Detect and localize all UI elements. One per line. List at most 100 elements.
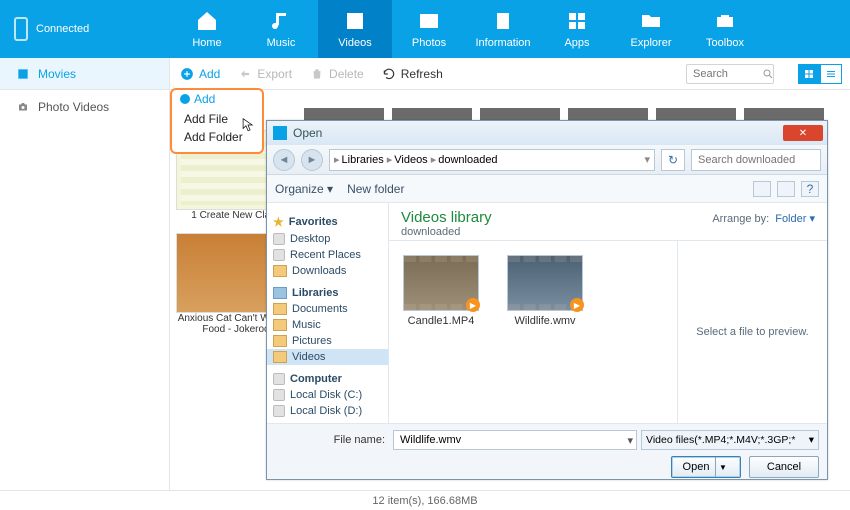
device-status: Connected bbox=[0, 0, 170, 58]
play-icon: ▶ bbox=[570, 298, 584, 312]
forward-button[interactable]: ► bbox=[301, 149, 323, 171]
organize-button[interactable]: Organize ▾ bbox=[275, 182, 333, 196]
nav-recent[interactable]: Recent Places bbox=[267, 247, 388, 263]
nav-videos[interactable]: Videos bbox=[318, 0, 392, 58]
recent-icon bbox=[273, 249, 285, 261]
nav-desktop[interactable]: Desktop bbox=[267, 231, 388, 247]
nav-apps[interactable]: Apps bbox=[540, 0, 614, 58]
nav-documents[interactable]: Documents bbox=[267, 301, 388, 317]
view-grid[interactable] bbox=[798, 64, 820, 84]
nav-libraries[interactable]: Libraries bbox=[267, 285, 388, 301]
apps-icon bbox=[565, 9, 589, 33]
dialog-body: ★Favorites Desktop Recent Places Downloa… bbox=[267, 203, 827, 423]
info-icon bbox=[491, 9, 515, 33]
folder-icon bbox=[273, 319, 287, 331]
nav-toolbox[interactable]: Toolbox bbox=[688, 0, 762, 58]
view-list[interactable] bbox=[820, 64, 842, 84]
folder-icon bbox=[273, 335, 287, 347]
trash-icon bbox=[310, 67, 324, 81]
breadcrumb[interactable]: ▸ Libraries▸ Videos▸ downloaded ▾ bbox=[329, 149, 655, 171]
nav-videos-lib[interactable]: Videos bbox=[267, 349, 388, 365]
videos-icon bbox=[343, 9, 367, 33]
cursor-icon bbox=[242, 118, 254, 132]
toolbar-actions: Add Export Delete Refresh bbox=[170, 67, 443, 81]
address-refresh-button[interactable]: ↻ bbox=[661, 149, 685, 171]
refresh-button[interactable]: Refresh bbox=[382, 67, 443, 81]
star-icon: ★ bbox=[273, 215, 284, 229]
desktop-icon bbox=[273, 233, 285, 245]
search-wrap bbox=[686, 64, 850, 84]
dialog-footer: File name: ▾ Video files(*.MP4;*.M4V;*.3… bbox=[267, 423, 827, 479]
nav-favorites[interactable]: ★Favorites bbox=[267, 213, 388, 231]
view-options-button[interactable] bbox=[753, 181, 771, 197]
help-button[interactable]: ? bbox=[801, 181, 819, 197]
filename-label: File name: bbox=[275, 434, 385, 446]
nav-pictures[interactable]: Pictures bbox=[267, 333, 388, 349]
library-header: Videos library downloaded Arrange by: Fo… bbox=[389, 203, 827, 241]
nav-information[interactable]: Information bbox=[466, 0, 540, 58]
chevron-down-icon: ▾ bbox=[809, 434, 814, 446]
sidebar-tab-movies[interactable]: Movies bbox=[0, 58, 170, 89]
new-folder-button[interactable]: New folder bbox=[347, 182, 404, 196]
nav-disk-d[interactable]: Local Disk (D:) bbox=[267, 403, 388, 419]
dialog-toolbar: Organize ▾ New folder ? bbox=[267, 175, 827, 203]
back-button[interactable]: ◄ bbox=[273, 149, 295, 171]
close-icon: ✕ bbox=[799, 128, 807, 139]
nav-music-lib[interactable]: Music bbox=[267, 317, 388, 333]
folder-icon bbox=[273, 265, 287, 277]
export-button[interactable]: Export bbox=[238, 67, 292, 81]
chevron-down-icon[interactable]: ▾ bbox=[644, 153, 650, 166]
open-split-button[interactable]: ▼ bbox=[715, 457, 729, 477]
nav-disk-c[interactable]: Local Disk (C:) bbox=[267, 387, 388, 403]
nav-photos[interactable]: Photos bbox=[392, 0, 466, 58]
view-toggle bbox=[798, 64, 842, 84]
explorer-icon bbox=[639, 9, 663, 33]
list-icon bbox=[825, 68, 837, 80]
file-item[interactable]: ▶ Candle1.MP4 bbox=[401, 255, 481, 327]
search-input[interactable] bbox=[686, 64, 774, 84]
refresh-icon bbox=[382, 67, 396, 81]
film-icon bbox=[16, 67, 30, 81]
add-dropdown: Add Add File Add Folder bbox=[170, 88, 264, 154]
arrange-dropdown[interactable]: Folder ▾ bbox=[775, 212, 815, 225]
computer-icon bbox=[273, 373, 285, 385]
phone-icon bbox=[14, 17, 28, 41]
chevron-right-icon: ▸ bbox=[334, 153, 340, 166]
app-icon bbox=[273, 126, 287, 140]
nav-downloads[interactable]: Downloads bbox=[267, 263, 388, 279]
filetype-select[interactable]: Video files(*.MP4;*.M4V;*.3GP;* ▾ bbox=[641, 430, 819, 450]
nav-computer[interactable]: Computer bbox=[267, 371, 388, 387]
dialog-search-input[interactable] bbox=[691, 149, 821, 171]
export-icon bbox=[238, 67, 252, 81]
cancel-button[interactable]: Cancel bbox=[749, 456, 819, 478]
dialog-address-bar: ◄ ► ▸ Libraries▸ Videos▸ downloaded ▾ ↻ bbox=[267, 145, 827, 175]
file-area: ▶ Candle1.MP4 ▶ Wildlife.wmv Select a fi… bbox=[389, 241, 827, 423]
dialog-file-area: Videos library downloaded Arrange by: Fo… bbox=[389, 203, 827, 423]
dialog-nav: ★Favorites Desktop Recent Places Downloa… bbox=[267, 203, 389, 423]
add-button[interactable]: Add bbox=[180, 67, 220, 81]
filename-input[interactable] bbox=[393, 430, 637, 450]
arrange-label: Arrange by: bbox=[712, 213, 769, 225]
chevron-down-icon: ▾ bbox=[327, 182, 333, 196]
photos-icon bbox=[417, 9, 441, 33]
home-icon bbox=[195, 9, 219, 33]
nav-explorer[interactable]: Explorer bbox=[614, 0, 688, 58]
file-item[interactable]: ▶ Wildlife.wmv bbox=[505, 255, 585, 327]
library-title: Videos library bbox=[401, 209, 492, 226]
preview-pane-button[interactable] bbox=[777, 181, 795, 197]
topbar: Connected Home Music Videos Photos Infor… bbox=[0, 0, 850, 58]
disk-icon bbox=[273, 389, 285, 401]
folder-icon bbox=[273, 303, 287, 315]
open-button[interactable]: Open ▼ bbox=[671, 456, 741, 478]
delete-button[interactable]: Delete bbox=[310, 67, 364, 81]
sidebar-item-photo-videos[interactable]: Photo Videos bbox=[0, 96, 169, 118]
chevron-down-icon[interactable]: ▾ bbox=[627, 434, 633, 447]
nav-home[interactable]: Home bbox=[170, 0, 244, 58]
nav-music[interactable]: Music bbox=[244, 0, 318, 58]
close-button[interactable]: ✕ bbox=[783, 125, 823, 141]
camera-icon bbox=[16, 101, 30, 113]
preview-pane: Select a file to preview. bbox=[677, 241, 827, 423]
library-subtitle: downloaded bbox=[401, 226, 492, 238]
content: 1 Create New Claim Anxious Cat Can't Wai… bbox=[170, 90, 850, 490]
refresh-icon: ↻ bbox=[668, 153, 678, 167]
